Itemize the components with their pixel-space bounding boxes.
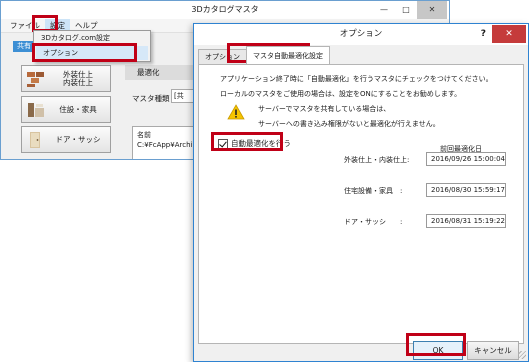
optimize-tab[interactable]: 最適化 (125, 65, 195, 80)
bath-icon (28, 102, 44, 117)
brick-icon (27, 71, 44, 87)
list-header: 名前 (137, 131, 151, 139)
category-exterior-interior-button[interactable]: 外装仕上 内装仕上 (21, 65, 111, 92)
date-field-exterior-interior: 2016/09/26 15:00:04 (426, 152, 506, 166)
category-door-sash-button[interactable]: ドア・サッシ (21, 126, 111, 153)
category-label: 住設・家具 (59, 104, 97, 114)
main-title-bar: 3Dカタログマスタ — □ ✕ (1, 1, 449, 19)
master-list[interactable]: 名前 C:¥FcApp¥Archi (132, 126, 202, 159)
help-icon[interactable]: ? (481, 24, 486, 45)
door-icon (30, 131, 40, 148)
cancel-button[interactable]: キャンセル (467, 341, 519, 360)
row-label-door-sash: ドア・サッシ : (344, 218, 403, 226)
highlight-auto-optimize-checkbox (211, 132, 283, 151)
warning-text: サーバーでマスタを共有している場合は、 サーバーへの書き込み権限がないと最適化が… (258, 105, 440, 128)
category-label: 外装仕上 内装仕上 (63, 69, 93, 87)
date-field-door-sash: 2016/08/31 15:19:22 (426, 214, 506, 228)
maximize-icon[interactable]: □ (395, 1, 417, 19)
warning-icon (227, 104, 245, 120)
list-item[interactable]: C:¥FcApp¥Archi (137, 140, 197, 150)
options-dialog: オプション ? ✕ オプション マスタ自動最適化設定 アプリケーション終了時に「… (193, 23, 529, 362)
category-label: ドア・サッシ (55, 134, 101, 144)
master-type-label: マスタ種類 (132, 94, 170, 103)
highlight-options-item (32, 43, 137, 62)
dialog-title: オプション (339, 29, 383, 39)
date-field-furniture: 2016/08/30 15:59:17 (426, 183, 506, 197)
highlight-ok-button (406, 333, 466, 356)
dialog-tabs: オプション マスタ自動最適化設定 (198, 46, 330, 64)
row-label-exterior-interior: 外装仕上・内装仕上: (344, 156, 410, 164)
resize-grip-icon[interactable] (518, 351, 526, 359)
close-icon[interactable]: ✕ (417, 1, 447, 19)
description-text: アプリケーション終了時に「自動最適化」を行うマスタにチェックをつけてください。 … (220, 75, 493, 98)
row-label-furniture: 住宅設備・家具 : (344, 187, 403, 195)
category-furniture-button[interactable]: 住設・家具 (21, 96, 111, 123)
main-window-title: 3Dカタログマスタ (191, 5, 259, 14)
minimize-icon[interactable]: — (373, 1, 395, 19)
main-window-controls: — □ ✕ (373, 1, 447, 19)
tab-auto-optimize[interactable]: マスタ自動最適化設定 (246, 46, 330, 64)
dialog-title-bar: オプション ? ✕ (194, 24, 528, 45)
dialog-close-icon[interactable]: ✕ (492, 25, 526, 43)
